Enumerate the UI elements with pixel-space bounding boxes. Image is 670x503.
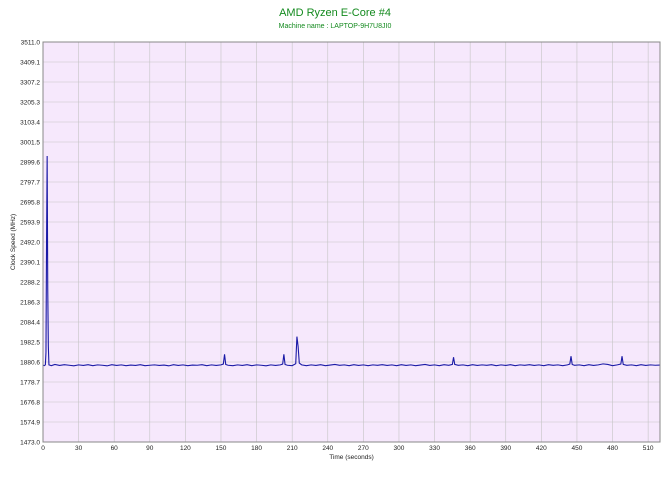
x-tick-label: 30 — [75, 445, 83, 452]
x-tick-label: 360 — [465, 445, 476, 452]
chart-container: AMD Ryzen E-Core #4 Machine name : LAPTO… — [0, 0, 670, 503]
x-tick-label: 150 — [216, 445, 227, 452]
x-tick-label: 120 — [180, 445, 191, 452]
grid-lines — [43, 42, 660, 442]
y-tick-label: 2288.2 — [20, 279, 40, 286]
y-tick-label: 1574.9 — [20, 419, 40, 426]
y-tick-label: 2797.7 — [20, 179, 40, 186]
y-tick-label: 1778.7 — [20, 379, 40, 386]
y-tick-label: 1982.5 — [20, 339, 40, 346]
x-tick-label: 240 — [322, 445, 333, 452]
x-tick-label: 450 — [572, 445, 583, 452]
y-tick-label: 2899.6 — [20, 159, 40, 166]
x-tick-label: 270 — [358, 445, 369, 452]
x-tick-label: 210 — [287, 445, 298, 452]
x-tick-label: 60 — [111, 445, 119, 452]
x-tick-label: 0 — [41, 445, 45, 452]
chart-title: AMD Ryzen E-Core #4 — [279, 7, 391, 19]
y-tick-label: 3409.1 — [20, 59, 40, 66]
x-tick-label: 180 — [251, 445, 262, 452]
y-tick-label: 3511.0 — [21, 39, 41, 46]
y-tick-label: 1880.6 — [20, 359, 40, 366]
x-tick-label: 90 — [146, 445, 154, 452]
y-tick-label: 2084.4 — [20, 319, 40, 326]
y-axis-label: Clock Speed (MHz) — [10, 214, 17, 270]
y-axis-ticks: 1473.0 1574.9 1676.8 1778.7 1880.6 1982.5 2084… — [20, 39, 40, 446]
chart-subtitle: Machine name : LAPTOP-9H7U8JI0 — [279, 23, 392, 30]
y-tick-label: 2695.8 — [20, 199, 40, 206]
x-tick-label: 300 — [394, 445, 405, 452]
y-tick-label: 1676.8 — [20, 399, 40, 406]
y-tick-label: 3307.2 — [20, 79, 40, 86]
y-tick-label: 2390.1 — [20, 259, 40, 266]
clock-speed-chart: AMD Ryzen E-Core #4 Machine name : LAPTO… — [10, 7, 661, 461]
y-tick-label: 2186.3 — [20, 299, 40, 306]
x-tick-label: 330 — [429, 445, 440, 452]
y-tick-label: 3001.5 — [20, 139, 40, 146]
y-tick-label: 2593.9 — [20, 219, 40, 226]
x-tick-label: 390 — [500, 445, 511, 452]
y-tick-label: 3205.3 — [20, 99, 40, 106]
x-tick-label: 420 — [536, 445, 547, 452]
x-tick-label: 480 — [607, 445, 618, 452]
y-tick-label: 2492.0 — [20, 239, 40, 246]
x-tick-label: 510 — [643, 445, 654, 452]
y-tick-label: 3103.4 — [20, 119, 40, 126]
y-tick-label: 1473.0 — [20, 439, 40, 446]
x-axis-label: Time (seconds) — [329, 454, 374, 461]
x-axis-ticks: 0 30 60 90 120 150 180 210 240 270 300 330 360 390 420… — [41, 445, 654, 452]
